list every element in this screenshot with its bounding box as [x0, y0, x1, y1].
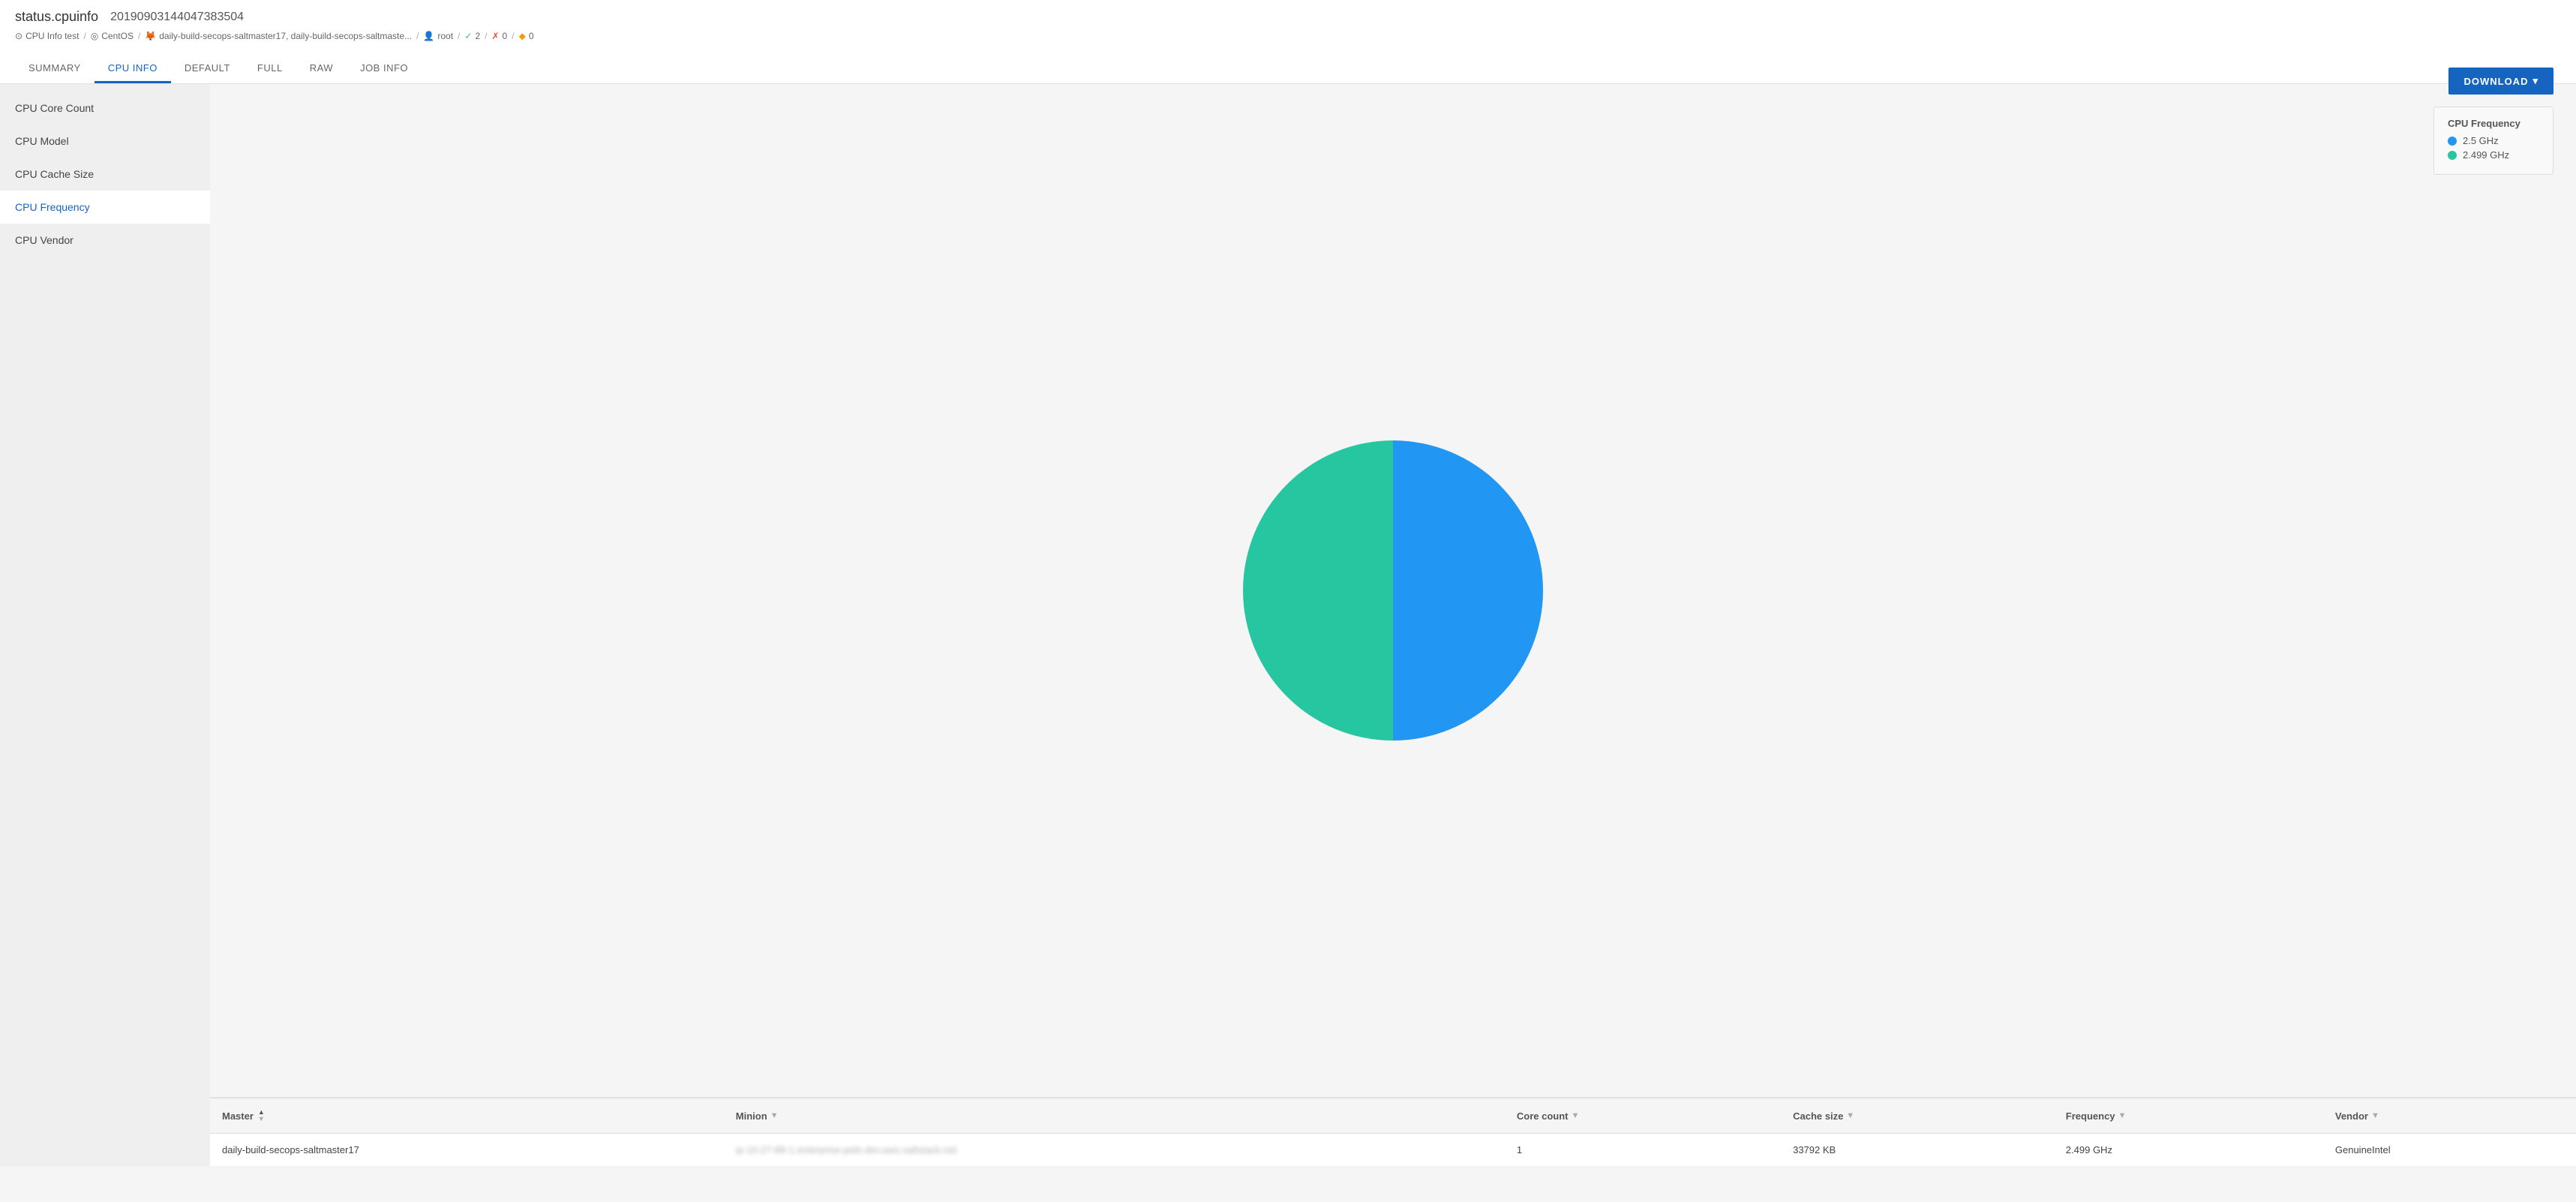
table-body: daily-build-secops-saltmaster17 ip-10-27… [210, 1134, 2576, 1167]
legend-box: CPU Frequency 2.5 GHz 2.499 GHz [2433, 107, 2553, 175]
nav-tabs: SUMMARY CPU INFO DEFAULT FULL RAW JOB IN… [15, 49, 2561, 83]
th-minion-label: Minion [736, 1110, 767, 1122]
th-cache-size: Cache size ▼ [1781, 1098, 2054, 1134]
th-master: Master ▲ ▼ [210, 1098, 724, 1134]
table-row: daily-build-secops-saltmaster17 ip-10-27… [210, 1134, 2576, 1167]
download-button-label: DOWNLOAD [2463, 76, 2528, 87]
page-title: status.cpuinfo [15, 9, 98, 25]
success-count: 2 [475, 31, 480, 41]
breadcrumb-item-user[interactable]: 👤 root [423, 31, 453, 41]
data-table: Master ▲ ▼ Minion ▼ [210, 1098, 2576, 1166]
pie-segment-teal [1243, 440, 1393, 741]
table-section: Master ▲ ▼ Minion ▼ [210, 1097, 2576, 1166]
legend-label-teal: 2.499 GHz [2463, 149, 2509, 161]
legend-item-blue: 2.5 GHz [2448, 135, 2539, 146]
pie-chart-svg [1235, 433, 1551, 748]
breadcrumb-label-minion: daily-build-secops-saltmaster17, daily-b… [159, 31, 412, 41]
legend-dot-teal [2448, 151, 2457, 160]
main-content: CPU Core Count CPU Model CPU Cache Size … [0, 84, 2576, 1166]
cell-frequency: 2.499 GHz [2054, 1134, 2323, 1167]
breadcrumb-icon-os: ◎ [91, 31, 98, 41]
cell-cache-size: 33792 KB [1781, 1134, 2054, 1167]
breadcrumb-item-centos[interactable]: ◎ CentOS [91, 31, 134, 41]
breadcrumb: ⊙ CPU Info test / ◎ CentOS / 🦊 daily-bui… [15, 31, 2561, 49]
cell-minion-blurred: ip-10-27-88-1.enterprise-pele.dev.aws.sa… [736, 1144, 957, 1155]
tab-job-info[interactable]: JOB INFO [347, 55, 422, 83]
th-frequency: Frequency ▼ [2054, 1098, 2323, 1134]
cell-vendor: GenuineIntel [2323, 1134, 2576, 1167]
breadcrumb-label-cpu-info-test: CPU Info test [26, 31, 79, 41]
breadcrumb-label-centos: CentOS [101, 31, 134, 41]
title-row: status.cpuinfo 20190903144047383504 [15, 9, 2561, 31]
th-vendor: Vendor ▼ [2323, 1098, 2576, 1134]
legend-item-teal: 2.499 GHz [2448, 149, 2539, 161]
filter-icon-minion[interactable]: ▼ [770, 1111, 779, 1120]
cell-minion: ip-10-27-88-1.enterprise-pele.dev.aws.sa… [724, 1134, 1505, 1167]
table-header: Master ▲ ▼ Minion ▼ [210, 1098, 2576, 1134]
pie-segment-blue [1393, 440, 1543, 741]
other-count: 0 [529, 31, 534, 41]
breadcrumb-item-minion[interactable]: 🦊 daily-build-secops-saltmaster17, daily… [145, 31, 412, 41]
th-minion: Minion ▼ [724, 1098, 1505, 1134]
breadcrumb-item-success: ✓ 2 [464, 31, 480, 41]
check-icon: ✓ [464, 31, 472, 41]
header: status.cpuinfo 20190903144047383504 ⊙ CP… [0, 0, 2576, 84]
legend-title: CPU Frequency [2448, 118, 2539, 129]
breadcrumb-icon-plugin: ⊙ [15, 31, 23, 41]
tab-raw[interactable]: RAW [296, 55, 347, 83]
legend-label-blue: 2.5 GHz [2463, 135, 2499, 146]
sidebar-item-cpu-cache-size[interactable]: CPU Cache Size [0, 158, 210, 191]
tab-summary[interactable]: SUMMARY [15, 55, 95, 83]
breadcrumb-icon-minion: 🦊 [145, 31, 156, 41]
download-button[interactable]: DOWNLOAD ▾ [2448, 68, 2553, 95]
cell-master: daily-build-secops-saltmaster17 [210, 1134, 724, 1167]
sort-down-icon: ▼ [258, 1116, 265, 1122]
download-btn-area: DOWNLOAD ▾ [2448, 68, 2553, 95]
th-core-count: Core count ▼ [1505, 1098, 1781, 1134]
th-vendor-label: Vendor [2335, 1110, 2368, 1122]
breadcrumb-sep-5: / [485, 31, 487, 41]
cross-icon: ✗ [491, 31, 499, 41]
sidebar-item-cpu-core-count[interactable]: CPU Core Count [0, 92, 210, 125]
breadcrumb-item-fail: ✗ 0 [491, 31, 507, 41]
sidebar-item-cpu-frequency[interactable]: CPU Frequency [0, 191, 210, 224]
breadcrumb-icon-user: 👤 [423, 31, 434, 41]
pie-chart [1235, 433, 1551, 748]
chart-area: CPU Frequency 2.5 GHz 2.499 GHz [210, 84, 2576, 1097]
filter-icon-cache-size[interactable]: ▼ [1846, 1111, 1854, 1120]
fail-count: 0 [503, 31, 508, 41]
filter-icon-frequency[interactable]: ▼ [2118, 1111, 2127, 1120]
filter-icon-vendor[interactable]: ▼ [2371, 1111, 2379, 1120]
table-header-row: Master ▲ ▼ Minion ▼ [210, 1098, 2576, 1134]
legend-dot-blue [2448, 137, 2457, 146]
breadcrumb-sep-6: / [512, 31, 514, 41]
tab-cpu-info[interactable]: CPU INFO [95, 55, 171, 83]
diamond-icon: ◆ [519, 31, 526, 41]
th-master-label: Master [222, 1110, 254, 1122]
breadcrumb-sep-2: / [138, 31, 140, 41]
breadcrumb-item-cpu-info-test[interactable]: ⊙ CPU Info test [15, 31, 79, 41]
tab-full[interactable]: FULL [244, 55, 296, 83]
download-chevron-icon: ▾ [2532, 75, 2538, 87]
sort-icons-master[interactable]: ▲ ▼ [258, 1109, 265, 1122]
job-id: 20190903144047383504 [110, 11, 244, 24]
breadcrumb-sep-4: / [458, 31, 460, 41]
breadcrumb-sep-1: / [83, 31, 86, 41]
th-cache-size-label: Cache size [1793, 1110, 1843, 1122]
cell-core-count: 1 [1505, 1134, 1781, 1167]
breadcrumb-item-other: ◆ 0 [519, 31, 534, 41]
sidebar: CPU Core Count CPU Model CPU Cache Size … [0, 84, 210, 1166]
sidebar-item-cpu-model[interactable]: CPU Model [0, 125, 210, 158]
sidebar-item-cpu-vendor[interactable]: CPU Vendor [0, 224, 210, 257]
filter-icon-core-count[interactable]: ▼ [1571, 1111, 1579, 1120]
breadcrumb-sep-3: / [416, 31, 419, 41]
th-frequency-label: Frequency [2066, 1110, 2115, 1122]
breadcrumb-label-user: root [437, 31, 453, 41]
tab-default[interactable]: DEFAULT [171, 55, 244, 83]
th-core-count-label: Core count [1517, 1110, 1569, 1122]
